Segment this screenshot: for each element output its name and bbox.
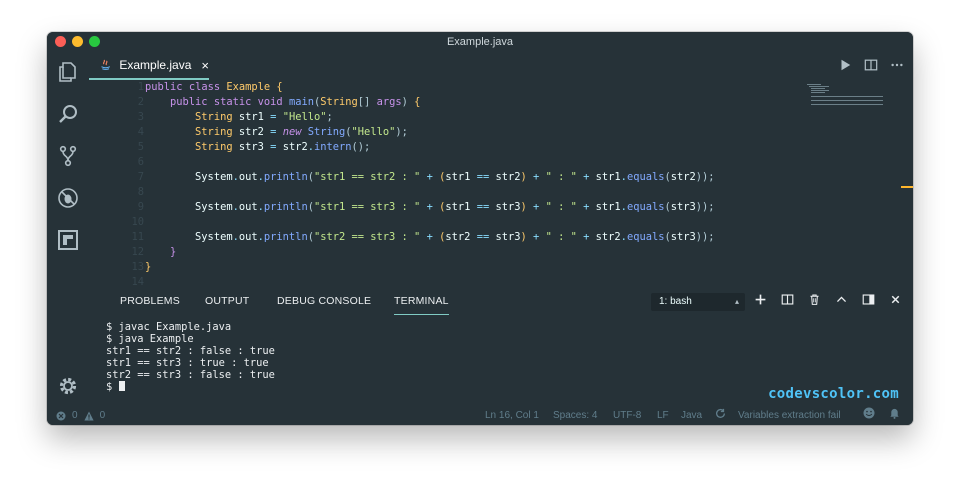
terminal-output[interactable]: $ javac Example.java $ java Example str1… — [106, 321, 886, 393]
feedback-smiley-icon[interactable] — [863, 407, 875, 425]
tab-problems[interactable]: PROBLEMS — [120, 286, 180, 316]
editor-tabs: Example.java × — [89, 52, 913, 80]
line-number: 14 — [131, 276, 144, 286]
terminal-line: str2 == str3 : false : true — [106, 369, 275, 381]
trash-icon[interactable] — [807, 293, 822, 309]
line-number: 9 — [137, 201, 144, 213]
debug-icon[interactable] — [56, 186, 80, 210]
tab-terminal[interactable]: TERMINAL — [394, 286, 449, 315]
tab-debug-console[interactable]: DEBUG CONSOLE — [277, 286, 371, 316]
search-icon[interactable] — [56, 102, 80, 126]
line-number: 1 — [137, 81, 144, 93]
line-number: 10 — [131, 216, 144, 228]
run-icon[interactable] — [837, 58, 853, 74]
terminal-line: str1 == str3 : true : true — [106, 357, 269, 369]
code-line: System.out.println("str1 == str2 : " + (… — [195, 171, 715, 183]
code-line: public static void main(String[] args) { — [170, 96, 421, 108]
line-number: 12 — [131, 246, 144, 258]
extensions-icon[interactable] — [56, 228, 80, 252]
encoding-setting[interactable]: UTF-8 — [613, 407, 641, 425]
more-actions-icon[interactable] — [889, 58, 905, 74]
warning-count: 0 — [99, 410, 106, 421]
scrollbar-marker — [901, 186, 913, 188]
minimize-window-button[interactable] — [72, 36, 83, 47]
code-line: System.out.println("str1 == str3 : " + (… — [195, 201, 715, 213]
toggle-panel-position-icon[interactable] — [861, 293, 876, 309]
explorer-icon[interactable] — [56, 60, 80, 84]
close-window-button[interactable] — [55, 36, 66, 47]
vscode-window: Example.java Example.java × 1 public cla… — [47, 32, 913, 425]
close-panel-icon[interactable] — [888, 293, 903, 309]
java-file-icon — [101, 59, 111, 70]
title-bar: Example.java — [47, 32, 913, 52]
close-tab-icon[interactable]: × — [201, 58, 209, 73]
eol-setting[interactable]: LF — [657, 407, 669, 425]
line-number: 13 — [131, 261, 144, 273]
minimap[interactable] — [807, 84, 887, 106]
maximize-panel-icon[interactable] — [834, 293, 849, 309]
maximize-window-button[interactable] — [89, 36, 100, 47]
activity-bar — [47, 52, 89, 407]
problems-summary[interactable]: 0 0 — [56, 407, 105, 425]
source-control-icon[interactable] — [56, 144, 80, 168]
cursor-position[interactable]: Ln 16, Col 1 — [485, 407, 539, 425]
code-line: System.out.println("str2 == str3 : " + (… — [195, 231, 715, 243]
error-icon — [56, 411, 66, 421]
code-line: String str1 = "Hello"; — [195, 111, 333, 123]
window-title: Example.java — [446, 36, 514, 48]
tab-label: Example.java — [119, 58, 192, 72]
error-count: 0 — [72, 410, 78, 421]
terminal-shell-select[interactable]: 1: bash ▴ — [651, 293, 745, 311]
indentation-setting[interactable]: Spaces: 4 — [553, 407, 597, 425]
terminal-line: $ java Example — [106, 333, 194, 345]
notifications-bell-icon[interactable] — [889, 407, 900, 425]
tab-example-java[interactable]: Example.java × — [89, 52, 209, 80]
line-number: 6 — [137, 156, 144, 168]
line-number: 7 — [137, 171, 144, 183]
line-number: 8 — [137, 186, 144, 198]
new-terminal-icon[interactable] — [753, 293, 768, 309]
bottom-panel: PROBLEMS OUTPUT DEBUG CONSOLE TERMINAL 1… — [89, 286, 913, 407]
code-line: String str3 = str2.intern(); — [195, 141, 371, 153]
code-editor[interactable]: 1 public class Example { 2 public static … — [89, 80, 913, 286]
panel-tabs: PROBLEMS OUTPUT DEBUG CONSOLE TERMINAL 1… — [89, 286, 913, 316]
select-arrows-icon: ▴ — [734, 297, 739, 306]
language-mode[interactable]: Java — [681, 407, 702, 425]
terminal-line: str1 == str2 : false : true — [106, 345, 275, 357]
shell-select-value: 1: bash — [659, 296, 692, 307]
line-number: 4 — [137, 126, 144, 138]
tab-output[interactable]: OUTPUT — [205, 286, 249, 316]
watermark: codevscolor.com — [768, 386, 899, 402]
code-line: String str2 = new String("Hello"); — [195, 126, 408, 138]
terminal-prompt: $ — [106, 381, 119, 393]
split-editor-icon[interactable] — [863, 58, 879, 74]
line-number: 2 — [137, 96, 144, 108]
line-number: 3 — [137, 111, 144, 123]
code-line: public class Example { — [145, 81, 283, 93]
code-line: } — [145, 261, 152, 273]
status-bar: 0 0 Ln 16, Col 1 Spaces: 4 UTF-8 LF Java… — [47, 407, 913, 425]
line-number: 5 — [137, 141, 144, 153]
sync-icon[interactable] — [715, 407, 726, 425]
warning-icon — [83, 411, 94, 421]
terminal-cursor — [118, 381, 125, 391]
settings-gear-icon[interactable] — [56, 374, 80, 398]
status-message: Variables extraction fail — [738, 410, 841, 421]
line-number: 11 — [131, 231, 144, 243]
terminal-line: $ javac Example.java — [106, 321, 232, 333]
code-line: } — [170, 246, 177, 258]
split-terminal-icon[interactable] — [780, 293, 795, 309]
